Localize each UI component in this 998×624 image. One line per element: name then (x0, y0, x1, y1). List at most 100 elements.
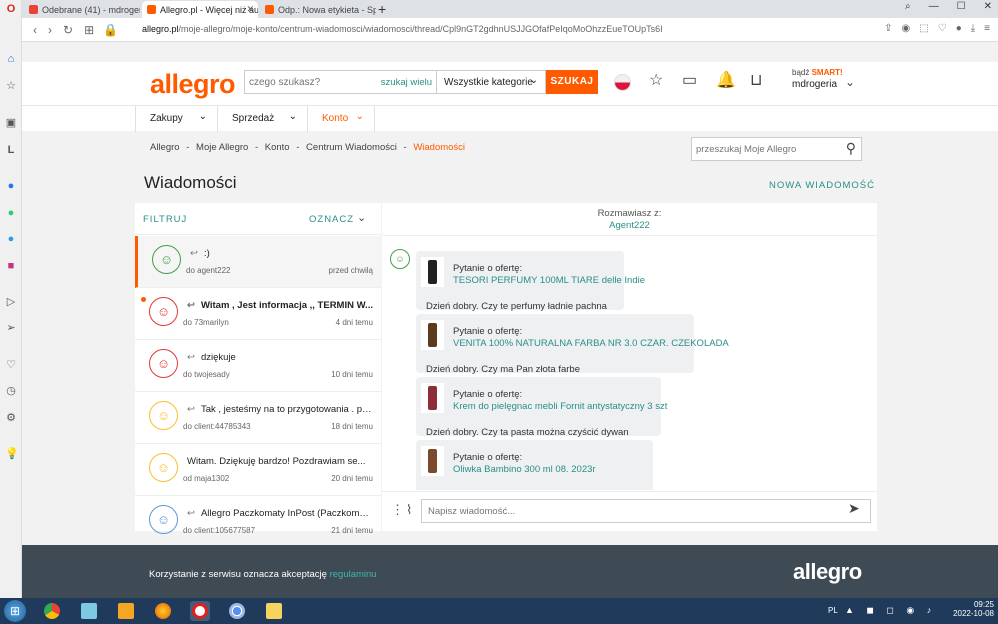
category-select[interactable]: Wszystkie kategorie ⌄ (436, 70, 546, 94)
profile-icon[interactable]: ● (956, 23, 962, 34)
product-link[interactable]: Oliwka Bambino 300 ml 08. 2023r (453, 464, 596, 475)
messages-icon[interactable]: ▭ (682, 70, 697, 90)
send-icon[interactable]: ➢ (5, 322, 17, 334)
menu-konto[interactable]: Konto ⌄ (307, 106, 375, 132)
menu-zakupy[interactable]: Zakupy ⌄ (135, 106, 217, 132)
product-link[interactable]: VENITA 100% NATURALNA FARBA NR 3.0 CZAR.… (453, 338, 729, 349)
shopping-icon[interactable]: ▣ (5, 117, 17, 129)
message-text: Dzień dobry. Czy ma Pan złota farbe (426, 364, 581, 375)
close-tab-icon[interactable]: ✕ (246, 4, 254, 15)
conversation-item[interactable]: ☺ ↩ dziękuje do twojesady 10 dni temu (135, 340, 381, 392)
poland-flag-icon[interactable] (614, 74, 631, 91)
attach-icon[interactable]: ⌇ (406, 502, 412, 518)
product-thumbnail[interactable] (421, 320, 444, 350)
bookmark-icon[interactable]: ♡ (938, 23, 947, 34)
file-explorer-icon[interactable] (264, 601, 284, 621)
allegro-logo[interactable]: allegro (150, 69, 236, 100)
product-thumbnail[interactable] (421, 257, 444, 287)
history-icon[interactable]: ◷ (5, 385, 17, 397)
telegram-icon[interactable]: ● (5, 233, 17, 245)
filter-button[interactable]: FILTRUJ (143, 214, 187, 225)
account-search-input[interactable] (696, 138, 836, 160)
browser-tab-reply[interactable]: Odp.: Nowa etykieta - Spo (260, 1, 376, 18)
home-icon[interactable]: ⌂ (5, 53, 17, 65)
product-thumbnail[interactable] (421, 383, 444, 413)
browser-tab-gmail[interactable]: Odebrane (41) - mdrogeria (24, 1, 140, 18)
breadcrumb-allegro[interactable]: Allegro (150, 142, 180, 153)
camera-icon[interactable]: ◉ (902, 23, 911, 34)
url-field[interactable]: allegro.pl/moje-allegro/moje-konto/centr… (142, 24, 663, 34)
conversation-item[interactable]: ☺ Witam. Dziękuję bardzo! Pozdrawiam se..… (135, 444, 381, 496)
conversation-item[interactable]: ☺ ↩ Tak , jesteśmy na to przygotowania . p… (135, 392, 381, 444)
search-button[interactable]: SZUKAJ (546, 70, 598, 94)
search-many-link[interactable]: szukaj wielu (381, 77, 432, 88)
conversation-item[interactable]: ☺ ↩ Allegro Paczkomaty InPost (Paczkomat W… (135, 496, 381, 548)
breadcrumb-moje-allegro[interactable]: Moje Allegro (196, 142, 248, 153)
chevron-down-icon[interactable]: ⌄ (357, 211, 366, 224)
chat-header: Rozmawiasz z: Agent222 (382, 203, 877, 236)
heart-icon[interactable]: ♡ (5, 359, 17, 371)
more-options-icon[interactable]: ⋮ (391, 502, 404, 518)
forward-icon[interactable]: › (48, 23, 52, 37)
menu-label: Konto (322, 113, 349, 124)
new-message-button[interactable]: NOWA WIADOMOŚĆ (769, 180, 875, 191)
cart-icon[interactable]: ⊔ (750, 70, 762, 90)
mark-button[interactable]: OZNACZ (309, 214, 354, 225)
tray-icons[interactable]: ▲ ◼ ◻ ◉ ♪ (845, 605, 936, 616)
search-input[interactable] (249, 71, 379, 93)
smart-badge[interactable]: bądź SMART! (792, 68, 843, 77)
firefox-icon[interactable] (153, 601, 173, 621)
opera-icon[interactable] (190, 601, 210, 621)
star-icon[interactable]: ☆ (649, 70, 663, 90)
chat-partner-link[interactable]: Agent222 (382, 220, 877, 231)
chevron-down-icon[interactable]: ⌄ (845, 75, 855, 89)
user-avatar-icon: ☺ (149, 453, 178, 482)
whatsapp-icon[interactable]: ● (5, 207, 17, 219)
terms-link[interactable]: regulaminu (330, 569, 377, 580)
notepad-icon[interactable] (79, 601, 99, 621)
clock[interactable]: 09:25 2022-10-08 (953, 600, 994, 618)
chromium-icon[interactable] (227, 601, 247, 621)
messenger-icon[interactable]: ● (5, 180, 17, 192)
l-app-icon[interactable]: L (5, 144, 17, 156)
footer-logo[interactable]: allegro (793, 559, 862, 585)
menu-sprzedaz[interactable]: Sprzedaż ⌄ (217, 106, 307, 132)
minimize-icon[interactable]: — (929, 1, 939, 12)
chrome-icon[interactable] (42, 601, 62, 621)
opera-menu-icon[interactable]: O (5, 3, 17, 15)
speed-dial-icon[interactable]: ⊞ (84, 23, 94, 37)
back-icon[interactable]: ‹ (33, 23, 37, 37)
new-tab-button[interactable]: + (378, 1, 386, 17)
player-icon[interactable]: ▷ (5, 296, 17, 308)
start-button[interactable]: ⊞ (4, 600, 26, 622)
media-player-icon[interactable] (116, 601, 136, 621)
product-link[interactable]: Krem do pielęgnac mebli Fornit antystaty… (453, 401, 667, 412)
settings-icon[interactable]: ⚙ (5, 412, 17, 424)
send-icon[interactable]: ➤ (848, 500, 860, 517)
conversation-item[interactable]: ☺ ↩:) do agent222 przed chwilą (135, 236, 381, 288)
download-icon[interactable]: ⤓ (971, 23, 975, 34)
search-icon[interactable]: ⚲ (846, 140, 856, 157)
breadcrumb-centrum[interactable]: Centrum Wiadomości (306, 142, 397, 153)
username[interactable]: mdrogeria (792, 79, 837, 90)
tips-icon[interactable]: 💡 (5, 448, 19, 460)
chat-messages[interactable]: ☺ Pytanie o ofertę: TESORI PERFUMY 100ML … (382, 237, 877, 490)
maximize-icon[interactable]: ☐ (957, 1, 966, 12)
menu-icon[interactable]: ≡ (984, 23, 990, 34)
product-link[interactable]: TESORI PERFUMY 100ML TIARE delle Indie (453, 275, 645, 286)
bell-icon[interactable]: 🔔 (716, 70, 736, 90)
extension-icon[interactable]: ⬚ (919, 23, 928, 34)
conversation-item[interactable]: ☺ ↩ Witam , Jest informacja ,, TERMIN W...… (135, 288, 381, 340)
search-tabs-icon[interactable]: ⌕ (905, 1, 911, 12)
share-icon[interactable]: ⇪ (884, 23, 892, 34)
close-window-icon[interactable]: ✕ (984, 1, 992, 12)
breadcrumb-konto[interactable]: Konto (265, 142, 290, 153)
bookmarks-icon[interactable]: ☆ (5, 80, 17, 92)
compose-bar: ⋮ ⌇ ➤ (382, 491, 877, 531)
language-indicator[interactable]: PL (828, 606, 838, 615)
instagram-icon[interactable]: ■ (5, 260, 17, 272)
reload-icon[interactable]: ↻ (63, 23, 73, 37)
message-input[interactable] (421, 499, 871, 523)
browser-tab-allegro[interactable]: Allegro.pl - Więcej niż aukcje ✕ (142, 1, 258, 18)
product-thumbnail[interactable] (421, 446, 444, 476)
